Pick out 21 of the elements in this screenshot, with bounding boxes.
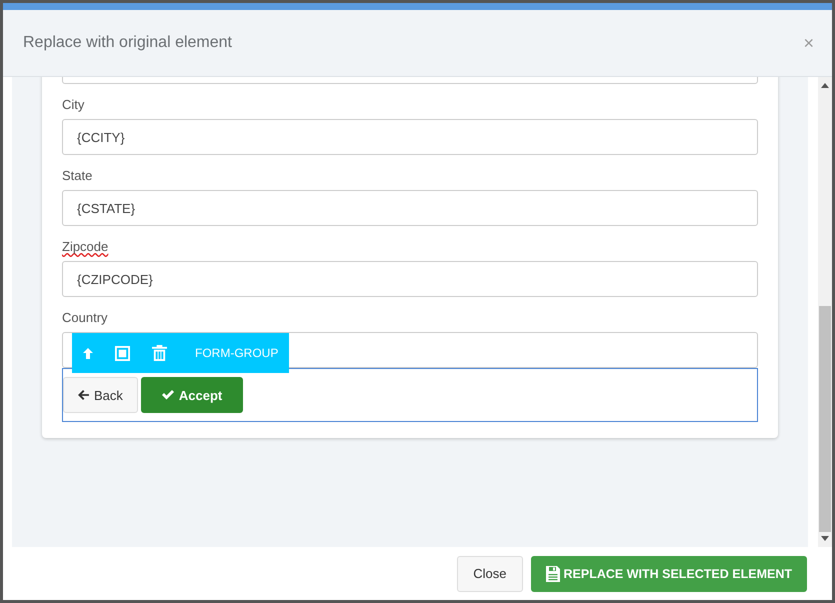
scroll-down-icon[interactable] — [821, 536, 829, 541]
back-button[interactable]: Back — [63, 377, 138, 413]
field-label: City — [62, 97, 86, 112]
field-label: State — [62, 168, 94, 183]
arrow-up-icon[interactable] — [83, 348, 93, 358]
scrollbar[interactable] — [818, 77, 832, 547]
close-button[interactable]: Close — [457, 556, 523, 592]
arrow-left-icon — [78, 390, 89, 400]
trash-icon[interactable] — [152, 345, 167, 361]
select-parent-icon[interactable] — [115, 346, 130, 360]
input-field[interactable]: {CCITY} — [62, 119, 758, 155]
field-label: Country — [62, 310, 109, 325]
field-label: Zipcode — [62, 239, 110, 254]
scroll-thumb[interactable] — [819, 306, 831, 532]
checkmark-icon — [162, 390, 174, 400]
element-type-label: FORM-GROUP — [195, 346, 278, 360]
dialog-title: Replace with original element — [23, 34, 232, 52]
input-field[interactable]: {CZIPCODE} — [62, 261, 758, 297]
scroll-up-icon[interactable] — [821, 83, 829, 88]
input-field[interactable]: {CSTATE} — [62, 190, 758, 226]
accept-button[interactable]: Accept — [140, 377, 244, 413]
